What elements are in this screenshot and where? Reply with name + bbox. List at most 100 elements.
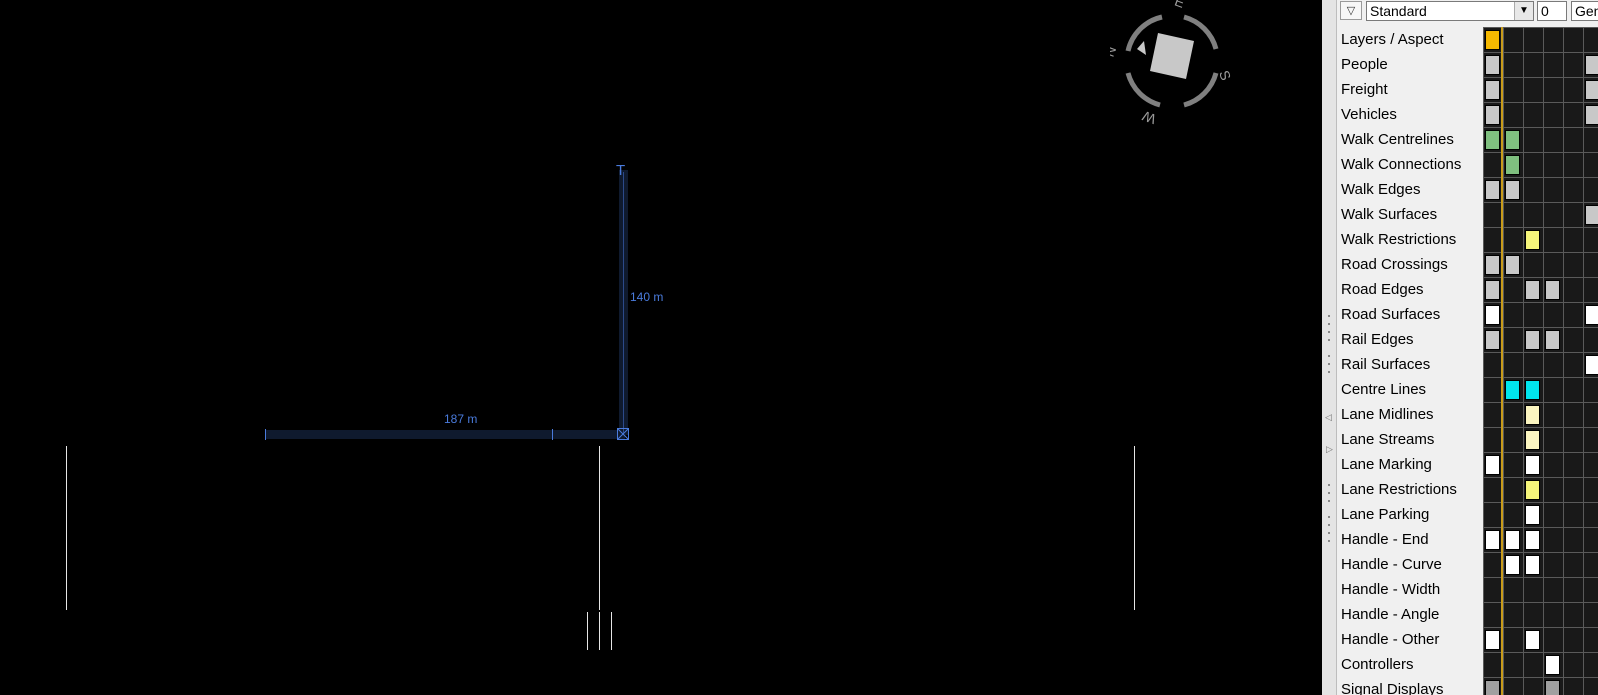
scale-vertical-label: 140 m xyxy=(630,290,664,304)
layer-aspect-cell[interactable] xyxy=(1525,280,1540,300)
panel-splitter[interactable]: ◁ ▷ xyxy=(1322,0,1337,695)
layer-aspect-cell[interactable] xyxy=(1585,105,1598,125)
collapse-left-icon[interactable]: ◁ xyxy=(1325,412,1332,423)
filter-button[interactable]: ▽ xyxy=(1340,1,1362,20)
layer-aspect-cell[interactable] xyxy=(1545,330,1560,350)
scale-bar-vertical-line xyxy=(623,172,624,434)
layer-label[interactable]: Walk Surfaces xyxy=(1341,202,1437,227)
layer-aspect-cell[interactable] xyxy=(1585,205,1598,225)
3d-viewport[interactable]: E S W N T 140 m 187 m xyxy=(0,0,1322,695)
scale-top-marker: T xyxy=(616,162,626,179)
layer-aspect-cell[interactable] xyxy=(1505,555,1520,575)
layer-aspect-cell[interactable] xyxy=(1545,655,1560,675)
layer-aspect-cell[interactable] xyxy=(1485,80,1500,100)
geometry-line xyxy=(599,446,600,610)
layer-aspect-cell[interactable] xyxy=(1485,280,1500,300)
layer-aspect-cell[interactable] xyxy=(1525,530,1540,550)
layer-aspect-cell[interactable] xyxy=(1525,480,1540,500)
layer-aspect-cell[interactable] xyxy=(1545,680,1560,695)
layers-aspect-panel: ◁ ▷ ▽ Standard ▼ 0 General Layers / Aspe… xyxy=(1322,0,1598,695)
general-field[interactable]: General xyxy=(1571,1,1598,21)
layer-aspect-cell[interactable] xyxy=(1525,430,1540,450)
scale-bar-horizontal-tick-mid xyxy=(552,429,553,440)
layer-label[interactable]: Vehicles xyxy=(1341,102,1397,127)
layer-aspect-cell[interactable] xyxy=(1585,80,1598,100)
compass-widget[interactable]: E S W N xyxy=(1110,0,1240,125)
layer-aspect-cell[interactable] xyxy=(1525,555,1540,575)
layer-aspect-cell[interactable] xyxy=(1485,455,1500,475)
compass-square-icon xyxy=(1150,33,1194,79)
layer-aspect-cell[interactable] xyxy=(1485,255,1500,275)
scale-bar-horizontal xyxy=(265,430,625,439)
layer-aspect-cell[interactable] xyxy=(1485,330,1500,350)
layer-label[interactable]: Controllers xyxy=(1341,652,1414,677)
layer-label[interactable]: Layers / Aspect xyxy=(1341,27,1444,52)
layer-label[interactable]: People xyxy=(1341,52,1388,77)
layer-label[interactable]: Handle - Angle xyxy=(1341,602,1439,627)
layer-aspect-cell[interactable] xyxy=(1505,380,1520,400)
layer-label[interactable]: Lane Midlines xyxy=(1341,402,1434,427)
layer-aspect-cell[interactable] xyxy=(1585,305,1598,325)
layer-aspect-cell[interactable] xyxy=(1505,255,1520,275)
layer-label[interactable]: Rail Edges xyxy=(1341,327,1414,352)
layer-aspect-cell[interactable] xyxy=(1485,130,1500,150)
layer-label[interactable]: Rail Surfaces xyxy=(1341,352,1430,377)
layer-aspect-cell[interactable] xyxy=(1525,380,1540,400)
panel-toolbar: ▽ Standard ▼ 0 General xyxy=(1336,0,1598,22)
geometry-line xyxy=(66,446,67,610)
layer-label[interactable]: Walk Restrictions xyxy=(1341,227,1456,252)
aspect-dropdown[interactable]: Standard ▼ xyxy=(1366,1,1534,21)
layer-label[interactable]: Handle - End xyxy=(1341,527,1429,552)
geometry-line xyxy=(611,612,612,650)
layer-label[interactable]: Centre Lines xyxy=(1341,377,1426,402)
layer-label[interactable]: Handle - Other xyxy=(1341,627,1439,652)
scale-origin-handle[interactable] xyxy=(617,428,629,440)
layer-aspect-cell[interactable] xyxy=(1485,55,1500,75)
layer-label[interactable]: Lane Streams xyxy=(1341,427,1434,452)
layer-label[interactable]: Road Surfaces xyxy=(1341,302,1440,327)
number-field[interactable]: 0 xyxy=(1537,1,1567,21)
layer-label[interactable]: Road Crossings xyxy=(1341,252,1448,277)
layer-aspect-cell[interactable] xyxy=(1485,305,1500,325)
compass-label-s: S xyxy=(1216,68,1234,82)
collapse-right-icon[interactable]: ▷ xyxy=(1326,444,1333,455)
layer-aspect-cell[interactable] xyxy=(1525,455,1540,475)
compass-label-e: E xyxy=(1173,0,1187,11)
layer-aspect-cell[interactable] xyxy=(1525,330,1540,350)
layer-aspect-cell[interactable] xyxy=(1525,230,1540,250)
layer-aspect-cell[interactable] xyxy=(1485,530,1500,550)
layer-aspect-cell[interactable] xyxy=(1585,355,1598,375)
layer-label[interactable]: Handle - Curve xyxy=(1341,552,1442,577)
scale-horizontal-label: 187 m xyxy=(444,412,478,426)
scale-bar-horizontal-tick-left xyxy=(265,429,266,440)
layer-aspect-cell[interactable] xyxy=(1525,405,1540,425)
layer-aspect-cell[interactable] xyxy=(1485,180,1500,200)
layer-aspect-cell[interactable] xyxy=(1505,155,1520,175)
layer-aspect-cell[interactable] xyxy=(1585,55,1598,75)
layer-label[interactable]: Road Edges xyxy=(1341,277,1424,302)
layer-aspect-cell[interactable] xyxy=(1505,130,1520,150)
geometry-line xyxy=(587,612,588,650)
layer-label[interactable]: Lane Restrictions xyxy=(1341,477,1457,502)
layer-aspect-cell[interactable] xyxy=(1505,530,1520,550)
layer-aspect-cell[interactable] xyxy=(1525,630,1540,650)
layer-aspect-cell[interactable] xyxy=(1485,105,1500,125)
layer-aspect-cell[interactable] xyxy=(1485,630,1500,650)
layer-aspect-cell[interactable] xyxy=(1505,180,1520,200)
layer-aspect-cell[interactable] xyxy=(1525,505,1540,525)
layer-aspect-cell[interactable] xyxy=(1545,280,1560,300)
aspect-dropdown-value: Standard xyxy=(1370,3,1427,19)
layer-label[interactable]: Handle - Width xyxy=(1341,577,1440,602)
layer-label[interactable]: Walk Centrelines xyxy=(1341,127,1454,152)
chevron-down-icon[interactable]: ▼ xyxy=(1514,2,1533,20)
layer-aspect-cell[interactable] xyxy=(1485,30,1500,50)
compass-arrow-icon xyxy=(1137,41,1146,55)
layer-aspect-cell[interactable] xyxy=(1485,680,1500,695)
layer-label[interactable]: Walk Edges xyxy=(1341,177,1420,202)
layer-label[interactable]: Freight xyxy=(1341,77,1388,102)
layer-label[interactable]: Walk Connections xyxy=(1341,152,1461,177)
layer-label[interactable]: Signal Displays xyxy=(1341,677,1444,695)
layer-label[interactable]: Lane Parking xyxy=(1341,502,1429,527)
layer-label[interactable]: Lane Marking xyxy=(1341,452,1432,477)
layer-aspect-grid[interactable] xyxy=(1483,27,1598,695)
